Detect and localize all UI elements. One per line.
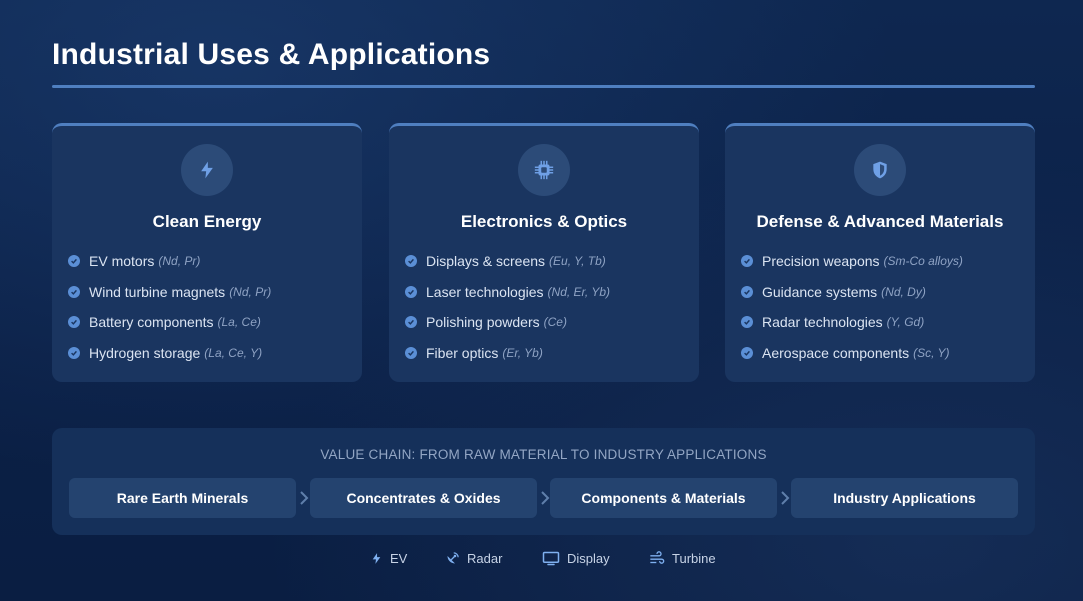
value-chain-panel: VALUE CHAIN: FROM RAW MATERIAL TO INDUST… — [52, 428, 1035, 535]
item-elements: (Y, Gd) — [886, 315, 925, 330]
list-item: Wind turbine magnets (Nd, Pr) — [68, 277, 352, 308]
check-circle-icon — [741, 316, 753, 329]
item-elements: (Ce) — [543, 315, 567, 330]
value-chain-step: Components & Materials — [550, 478, 777, 518]
check-circle-icon — [405, 255, 417, 268]
satellite-dish-icon — [447, 551, 459, 563]
check-circle-icon — [741, 346, 753, 359]
item-elements: (Sc, Y) — [913, 345, 950, 360]
value-chain-label: VALUE CHAIN: FROM RAW MATERIAL TO INDUST… — [320, 447, 767, 462]
wind-icon — [650, 550, 665, 564]
item-label: Aerospace components — [762, 344, 910, 361]
list-item: Precision weapons (Sm-Co alloys) — [741, 246, 1025, 277]
item-elements: (La, Ce, Y) — [204, 345, 263, 360]
card-title: Electronics & Optics — [460, 212, 628, 231]
item-label: Displays & screens — [426, 253, 546, 270]
item-elements: (Er, Yb) — [502, 345, 543, 360]
value-chain-step: Industry Applications — [791, 478, 1018, 518]
check-circle-icon — [68, 255, 80, 268]
legend-item-turbine: Turbine — [649, 548, 716, 568]
legend-label: Turbine — [672, 550, 716, 566]
item-label: Hydrogen storage — [89, 344, 201, 361]
chevron-right-icon — [778, 489, 792, 507]
list-item: Battery components (La, Ce) — [68, 307, 352, 338]
legend-label: Display — [567, 550, 610, 566]
list-item: Polishing powders (Ce) — [405, 307, 689, 338]
legend-label: Radar — [467, 550, 503, 566]
title-divider — [52, 85, 1035, 88]
list-item: Radar technologies (Y, Gd) — [741, 307, 1025, 338]
icon-legend: EV Radar Display Turbine — [0, 548, 1083, 568]
item-elements: (La, Ce) — [217, 315, 261, 330]
card-item-list: EV motors (Nd, Pr) Wind turbine magnets … — [68, 246, 352, 368]
list-item: Aerospace components (Sc, Y) — [741, 338, 1025, 369]
item-elements: (Nd, Pr) — [229, 284, 272, 299]
slide: Industrial Uses & Applications Clean Ene… — [0, 0, 1083, 601]
value-chain-step: Rare Earth Minerals — [69, 478, 296, 518]
check-circle-icon — [68, 285, 80, 298]
card-title: Defense & Advanced Materials — [756, 212, 1004, 231]
check-circle-icon — [405, 346, 417, 359]
legend-item-display: Display — [542, 548, 610, 568]
list-item: Guidance systems (Nd, Dy) — [741, 277, 1025, 308]
check-circle-icon — [405, 316, 417, 329]
list-item: Hydrogen storage (La, Ce, Y) — [68, 338, 352, 369]
item-elements: (Nd, Pr) — [158, 254, 201, 269]
lightning-bolt-icon — [372, 552, 381, 564]
microchip-icon — [518, 144, 570, 196]
card-item-list: Displays & screens (Eu, Y, Tb) Laser tec… — [405, 246, 689, 368]
item-elements: (Nd, Dy) — [881, 284, 926, 299]
card-clean-energy: Clean Energy EV motors (Nd, Pr) Wind tur… — [52, 123, 362, 382]
list-item: EV motors (Nd, Pr) — [68, 246, 352, 277]
item-label: Polishing powders — [426, 314, 540, 331]
check-circle-icon — [68, 346, 80, 359]
legend-item-ev: EV — [370, 548, 407, 568]
item-label: Fiber optics — [426, 344, 499, 361]
list-item: Fiber optics (Er, Yb) — [405, 338, 689, 369]
card-title: Clean Energy — [152, 212, 262, 231]
list-item: Laser technologies (Nd, Er, Yb) — [405, 277, 689, 308]
check-circle-icon — [68, 316, 80, 329]
item-label: Radar technologies — [762, 314, 883, 331]
check-circle-icon — [405, 285, 417, 298]
item-label: Wind turbine magnets — [89, 283, 226, 300]
item-label: EV motors — [89, 253, 155, 270]
card-defense-advanced-materials: Defense & Advanced Materials Precision w… — [725, 123, 1035, 382]
check-circle-icon — [741, 255, 753, 268]
item-label: Precision weapons — [762, 253, 880, 270]
card-electronics-optics: Electronics & Optics Displays & screens … — [389, 123, 699, 382]
card-item-list: Precision weapons (Sm-Co alloys) Guidanc… — [741, 246, 1025, 368]
item-label: Guidance systems — [762, 283, 878, 300]
item-elements: (Sm-Co alloys) — [883, 254, 963, 269]
monitor-icon — [542, 551, 560, 565]
legend-item-radar: Radar — [445, 548, 502, 568]
legend-label: EV — [390, 550, 408, 566]
item-elements: (Eu, Y, Tb) — [549, 254, 606, 269]
list-item: Displays & screens (Eu, Y, Tb) — [405, 246, 689, 277]
item-label: Laser technologies — [426, 283, 544, 300]
item-elements: (Nd, Er, Yb) — [547, 284, 610, 299]
lightning-bolt-icon — [181, 144, 233, 196]
value-chain-step: Concentrates & Oxides — [310, 478, 537, 518]
check-circle-icon — [741, 285, 753, 298]
shield-icon — [854, 144, 906, 196]
chevron-right-icon — [297, 489, 311, 507]
item-label: Battery components — [89, 314, 214, 331]
application-cards: Clean Energy EV motors (Nd, Pr) Wind tur… — [52, 123, 1035, 382]
page-title: Industrial Uses & Applications — [52, 38, 491, 71]
